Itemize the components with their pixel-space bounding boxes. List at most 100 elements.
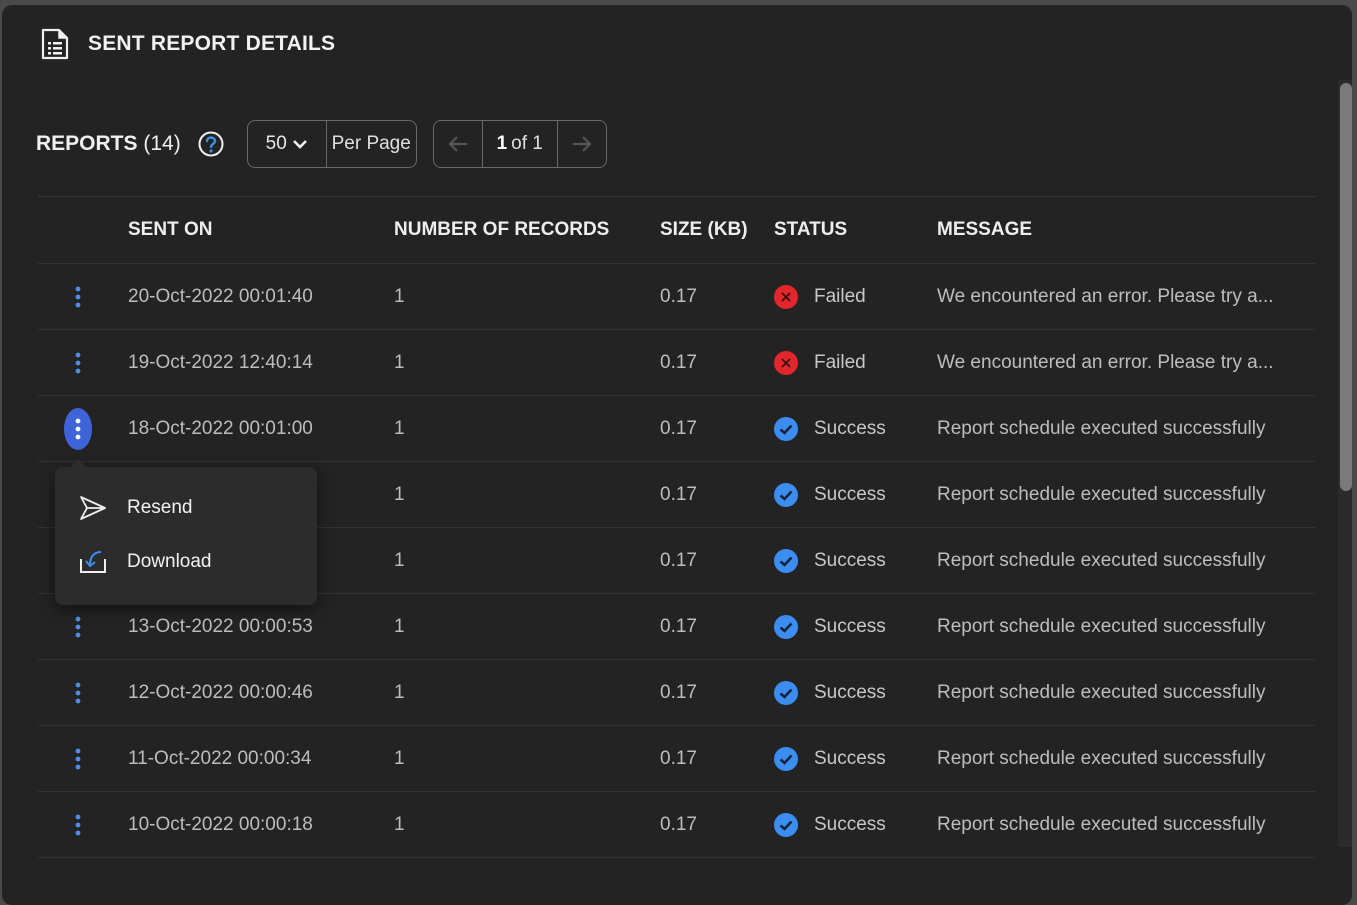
row-actions-cell (64, 407, 92, 450)
table-header-row: SENT ON NUMBER OF RECORDS SIZE (KB) STAT… (38, 197, 1315, 264)
kebab-menu-icon (75, 352, 81, 373)
row-actions-button[interactable] (75, 616, 81, 638)
status-label: Failed (814, 351, 866, 373)
column-header-sent-on[interactable]: SENT ON (128, 219, 212, 241)
column-header-number-of-records[interactable]: NUMBER OF RECORDS (394, 219, 609, 241)
kebab-menu-icon (75, 682, 81, 703)
records-cell: 1 (394, 285, 405, 307)
message-cell: We encountered an error. Please try a... (937, 351, 1274, 373)
status-label: Failed (814, 285, 866, 307)
table-row: 18-Oct-2022 00:01:00 1 0.17 Success Report s… (38, 396, 1315, 462)
row-actions-cell (64, 286, 92, 308)
records-cell: 1 (394, 615, 405, 637)
success-icon (774, 746, 798, 771)
row-actions-button[interactable] (75, 682, 81, 704)
success-icon (774, 680, 798, 705)
next-page-button[interactable] (556, 121, 606, 167)
per-page-value: 50 (265, 133, 287, 154)
status-cell: Failed (774, 350, 866, 375)
previous-page-button[interactable] (434, 121, 483, 167)
size-cell: 0.17 (660, 747, 697, 769)
reports-toolbar: REPORTS (14) 50 Per Page 1 of 1 (36, 120, 607, 168)
records-cell: 1 (394, 813, 405, 835)
per-page-selector: 50 Per Page (246, 120, 417, 168)
sent-on-cell: 18-Oct-2022 00:01:00 (128, 417, 313, 439)
sent-on-cell: 12-Oct-2022 00:00:46 (128, 681, 313, 703)
column-header-status[interactable]: STATUS (774, 219, 847, 241)
arrow-left-icon (448, 136, 467, 152)
page-header: SENT REPORT DETAILS (40, 28, 335, 60)
success-icon (774, 614, 798, 639)
size-cell: 0.17 (660, 351, 697, 373)
total-pages: of 1 (511, 133, 543, 154)
reports-count: (14) (143, 132, 181, 155)
download-icon (80, 551, 106, 573)
row-actions-cell (64, 814, 92, 836)
menu-item-resend[interactable]: Resend (55, 483, 317, 533)
status-cell: Success (774, 548, 886, 573)
pagination: 1 of 1 (432, 120, 607, 168)
menu-item-download[interactable]: Download (55, 537, 317, 587)
size-cell: 0.17 (660, 483, 697, 505)
records-cell: 1 (394, 681, 405, 703)
status-cell: Success (774, 416, 886, 441)
status-label: Success (814, 615, 886, 637)
failed-icon (774, 284, 798, 309)
row-actions-cell (64, 352, 92, 374)
table-row: 10-Oct-2022 00:00:18 1 0.17 Success Report s… (38, 792, 1315, 858)
message-cell: We encountered an error. Please try a... (937, 285, 1274, 307)
status-cell: Success (774, 812, 886, 837)
per-page-label: Per Page (331, 133, 411, 154)
kebab-menu-icon (75, 748, 81, 769)
row-actions-button[interactable] (64, 407, 92, 450)
row-actions-cell (64, 748, 92, 770)
message-cell: Report schedule executed successfully (937, 681, 1266, 703)
sent-on-cell: 10-Oct-2022 00:00:18 (128, 813, 313, 835)
scrollbar-thumb[interactable] (1340, 83, 1352, 491)
chevron-down-icon (292, 140, 307, 149)
menu-pointer (69, 459, 87, 468)
help-icon[interactable] (197, 130, 225, 158)
status-cell: Success (774, 482, 886, 507)
status-label: Success (814, 681, 886, 703)
size-cell: 0.17 (660, 681, 697, 703)
status-cell: Success (774, 680, 886, 705)
row-actions-button[interactable] (75, 748, 81, 770)
menu-item-label: Download (127, 551, 212, 572)
sent-on-cell: 13-Oct-2022 00:00:53 (128, 615, 313, 637)
column-header-message[interactable]: MESSAGE (937, 219, 1299, 241)
column-header-size[interactable]: SIZE (KB) (660, 219, 748, 241)
table-row: 11-Oct-2022 00:00:34 1 0.17 Success Report s… (38, 726, 1315, 792)
message-cell: Report schedule executed successfully (937, 483, 1266, 505)
kebab-menu-icon (75, 616, 81, 637)
kebab-menu-icon (75, 286, 81, 307)
status-label: Success (814, 549, 886, 571)
row-actions-cell (64, 682, 92, 704)
message-cell: Report schedule executed successfully (937, 417, 1266, 439)
row-actions-button[interactable] (75, 286, 81, 308)
failed-icon (774, 350, 798, 375)
size-cell: 0.17 (660, 549, 697, 571)
size-cell: 0.17 (660, 813, 697, 835)
status-cell: Success (774, 746, 886, 771)
kebab-menu-icon (75, 814, 81, 835)
success-icon (774, 416, 798, 441)
row-actions-menu: Resend Download (55, 459, 317, 605)
message-cell: Report schedule executed successfully (937, 615, 1266, 637)
menu-item-label: Resend (127, 497, 193, 518)
per-page-dropdown[interactable]: 50 (248, 121, 327, 167)
status-cell: Failed (774, 284, 866, 309)
arrow-right-icon (572, 136, 592, 152)
row-actions-button[interactable] (75, 814, 81, 836)
status-label: Success (814, 417, 886, 439)
page-title: SENT REPORT DETAILS (88, 32, 336, 55)
table-row: 12-Oct-2022 00:00:46 1 0.17 Success Report s… (38, 660, 1315, 726)
success-icon (774, 548, 798, 573)
size-cell: 0.17 (660, 285, 697, 307)
sent-on-cell: 20-Oct-2022 00:01:40 (128, 285, 313, 307)
row-actions-button[interactable] (75, 352, 81, 374)
status-label: Success (814, 813, 886, 835)
status-label: Success (814, 747, 886, 769)
size-cell: 0.17 (660, 615, 697, 637)
records-cell: 1 (394, 747, 405, 769)
